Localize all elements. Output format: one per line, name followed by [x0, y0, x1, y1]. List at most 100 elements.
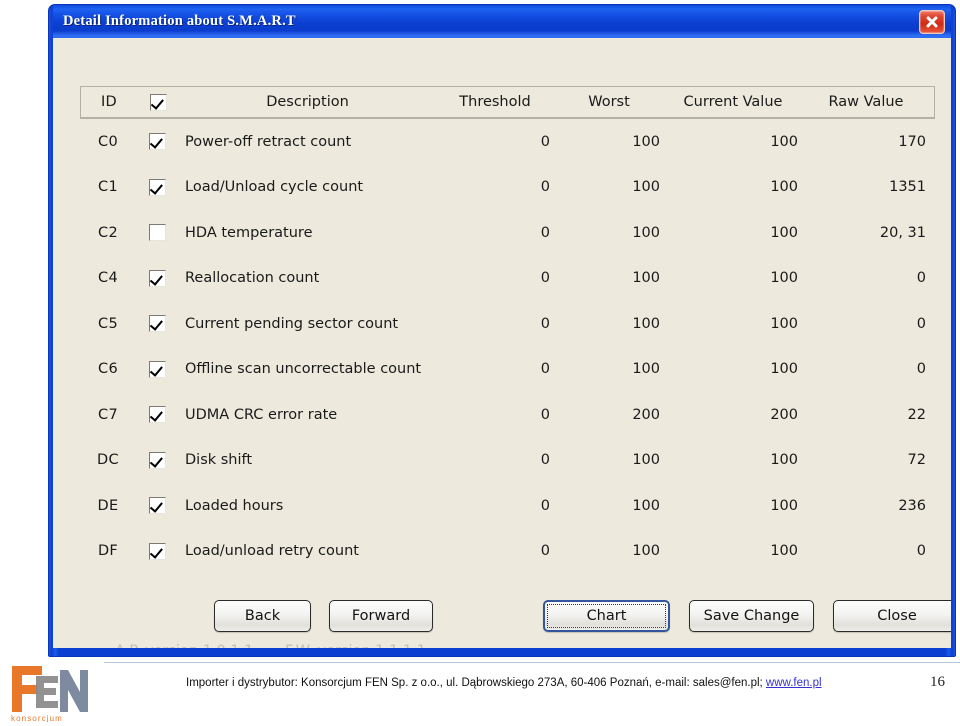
fw-version-label: F.W. version 1.1.1.1: [285, 643, 426, 648]
cell-description: Offline scan uncorrectable count: [185, 361, 422, 378]
cell-id: C5: [98, 315, 118, 332]
cell-threshold: 0: [540, 224, 550, 241]
select-all-checkbox[interactable]: [149, 93, 167, 111]
cell-threshold: 0: [540, 497, 550, 514]
table-body: C0 Power-off retract count 0 100 100 170 C1 Loa…: [80, 119, 935, 574]
cell-worst: 100: [632, 497, 660, 514]
cell-id: C2: [98, 224, 118, 241]
cell-id: C4: [98, 270, 118, 287]
row-checkbox[interactable]: [148, 269, 166, 287]
table-row: C4 Reallocation count 0 100 100 0: [80, 256, 935, 302]
cell-threshold: 0: [540, 543, 550, 560]
forward-button[interactable]: Forward: [329, 600, 433, 632]
cell-enabled: [136, 178, 178, 196]
dialog-button-bar: Back Forward Chart Save Change Close: [53, 600, 951, 642]
cell-raw-value: 0: [916, 315, 926, 332]
cell-threshold: 0: [540, 452, 550, 469]
table-row: DF Load/unload retry count 0 100 100 0: [80, 529, 935, 575]
cell-enabled: [136, 133, 178, 151]
cell-description: Disk shift: [185, 452, 253, 469]
header-current-value: Current Value: [683, 94, 783, 110]
table-header-row: ID Description Threshold Worst Current V…: [80, 86, 935, 119]
cell-raw-value: 72: [907, 452, 926, 469]
cell-enabled: [136, 497, 178, 515]
ap-version-label: A.P. version 1.0.1.1: [115, 643, 253, 648]
cell-worst: 100: [632, 452, 660, 469]
cell-id: C0: [98, 133, 118, 150]
cell-description: Load/Unload cycle count: [185, 179, 364, 196]
cell-enabled: [136, 269, 178, 287]
cell-threshold: 0: [540, 270, 550, 287]
cell-enabled: [136, 542, 178, 560]
table-row: C2 HDA temperature 0 100 100 20, 31: [80, 210, 935, 256]
window-titlebar[interactable]: Detail Information about S.M.A.R.T: [53, 5, 951, 38]
cell-raw-value: 0: [916, 270, 926, 287]
header-worst: Worst: [588, 94, 630, 110]
chart-button-label: Chart: [586, 608, 627, 624]
cell-threshold: 0: [540, 406, 550, 423]
row-checkbox[interactable]: [148, 542, 166, 560]
table-row: C6 Offline scan uncorrectable count 0 100 10…: [80, 347, 935, 393]
row-checkbox[interactable]: [148, 315, 166, 333]
cell-worst: 100: [632, 361, 660, 378]
cell-raw-value: 0: [916, 361, 926, 378]
fen-logo-subtext: konsorcjum: [11, 714, 63, 722]
cell-enabled: [136, 224, 178, 242]
cell-current-value: 100: [770, 497, 798, 514]
smart-attributes-table: ID Description Threshold Worst Current V…: [80, 86, 935, 574]
cell-current-value: 100: [770, 452, 798, 469]
row-checkbox[interactable]: [148, 497, 166, 515]
table-row: C5 Current pending sector count 0 100 100 0: [80, 301, 935, 347]
back-button[interactable]: Back: [214, 600, 311, 632]
row-checkbox[interactable]: [148, 406, 166, 424]
cell-id: C7: [98, 406, 118, 423]
cell-raw-value: 22: [907, 406, 926, 423]
window-title: Detail Information about S.M.A.R.T: [63, 13, 296, 29]
table-row: DC Disk shift 0 100 100 72: [80, 438, 935, 484]
close-window-icon[interactable]: [919, 9, 945, 34]
row-checkbox[interactable]: [148, 360, 166, 378]
cell-raw-value: 1351: [889, 179, 926, 196]
cell-current-value: 100: [770, 133, 798, 150]
footer-divider: [104, 662, 960, 663]
smart-detail-window: Detail Information about S.M.A.R.T ID De…: [48, 4, 956, 657]
footer-importer-text: Importer i dystrybutor: Konsorcjum FEN S…: [186, 677, 822, 689]
page-footer: konsorcjum Importer i dystrybutor: Konso…: [0, 660, 960, 726]
cell-enabled: [136, 360, 178, 378]
cell-current-value: 100: [770, 224, 798, 241]
table-row: DE Loaded hours 0 100 100 236: [80, 483, 935, 529]
row-checkbox[interactable]: [148, 133, 166, 151]
cell-worst: 100: [632, 315, 660, 332]
fen-logo-graphic: konsorcjum: [11, 666, 88, 722]
header-threshold: Threshold: [459, 94, 531, 110]
header-select-all-cell: [137, 93, 179, 111]
cell-current-value: 100: [770, 270, 798, 287]
cell-description: Reallocation count: [185, 270, 320, 287]
header-id: ID: [100, 94, 118, 110]
cell-description: Loaded hours: [185, 497, 284, 514]
table-row: C7 UDMA CRC error rate 0 200 200 22: [80, 392, 935, 438]
fen-logo: konsorcjum: [6, 662, 94, 722]
row-checkbox[interactable]: [148, 178, 166, 196]
footer-importer-label: Importer i dystrybutor: Konsorcjum FEN S…: [186, 677, 763, 689]
cell-raw-value: 20, 31: [879, 224, 926, 241]
cell-current-value: 100: [770, 361, 798, 378]
footer-website-link[interactable]: www.fen.pl: [766, 677, 822, 689]
header-description: Description: [266, 94, 349, 110]
cell-id: C6: [98, 361, 118, 378]
cell-raw-value: 170: [898, 133, 926, 150]
cell-raw-value: 0: [916, 543, 926, 560]
cell-description: UDMA CRC error rate: [185, 406, 338, 423]
close-button[interactable]: Close: [833, 600, 951, 632]
chart-button[interactable]: Chart: [543, 600, 670, 632]
cell-id: DE: [97, 497, 119, 514]
cell-worst: 100: [632, 133, 660, 150]
cell-enabled: [136, 406, 178, 424]
cell-threshold: 0: [540, 315, 550, 332]
save-change-button[interactable]: Save Change: [689, 600, 814, 632]
page-number: 16: [930, 674, 945, 690]
row-checkbox[interactable]: [148, 224, 166, 242]
row-checkbox[interactable]: [148, 451, 166, 469]
cell-worst: 100: [632, 179, 660, 196]
cell-current-value: 100: [770, 315, 798, 332]
